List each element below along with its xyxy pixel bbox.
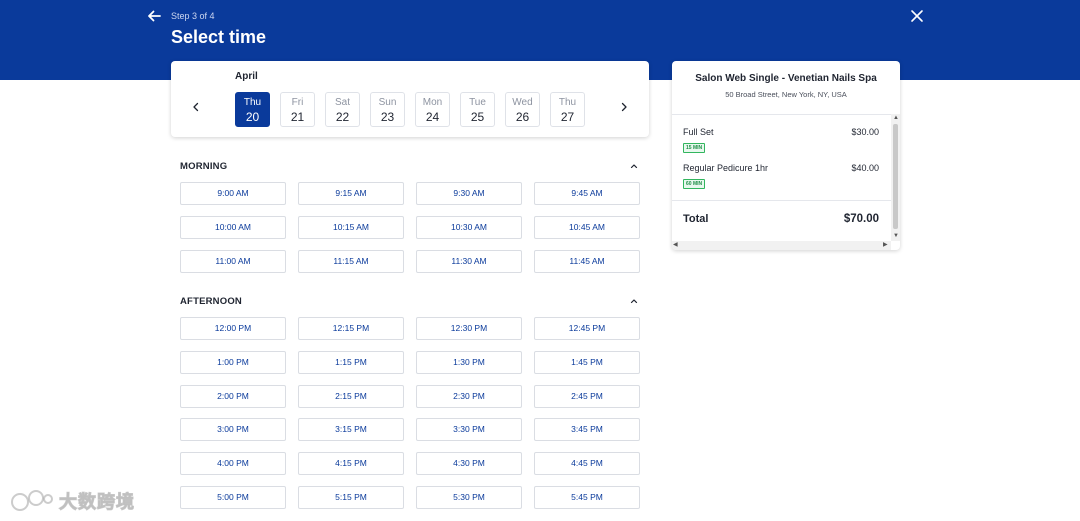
scroll-down-icon[interactable]: ▼: [893, 232, 899, 241]
day-of-week: Wed: [512, 97, 533, 108]
time-slot-button[interactable]: 2:30 PM: [416, 385, 522, 408]
day-of-week: Sat: [334, 97, 350, 108]
time-slot-button[interactable]: 11:00 AM: [180, 250, 286, 273]
scrollbar-thumb[interactable]: [893, 124, 898, 229]
time-slot-button[interactable]: 11:45 AM: [534, 250, 640, 273]
day-of-week: Thu: [558, 97, 577, 108]
time-slot-button[interactable]: 5:15 PM: [298, 486, 404, 509]
time-slot-button[interactable]: 1:45 PM: [534, 351, 640, 374]
day-number: 24: [425, 110, 440, 124]
scroll-up-icon[interactable]: ▲: [893, 114, 899, 123]
chevron-up-icon[interactable]: [629, 161, 639, 171]
day-button[interactable]: Wed 26: [505, 92, 540, 127]
time-slot-button[interactable]: 9:15 AM: [298, 182, 404, 205]
day-button[interactable]: Sun 23: [370, 92, 405, 127]
summary-header: Salon Web Single - Venetian Nails Spa 50…: [672, 61, 900, 115]
scroll-right-icon[interactable]: ▶: [883, 241, 888, 250]
time-slot-button[interactable]: 12:15 PM: [298, 317, 404, 340]
page-title: Select time: [171, 27, 267, 47]
time-slot-button[interactable]: 4:15 PM: [298, 452, 404, 475]
time-slot-button[interactable]: 1:00 PM: [180, 351, 286, 374]
time-slot-button[interactable]: 9:30 AM: [416, 182, 522, 205]
watermark: 大数跨境: [8, 487, 148, 515]
salon-address: 50 Broad Street, New York, NY, USA: [725, 90, 847, 99]
time-slot-button[interactable]: 3:15 PM: [298, 418, 404, 441]
day-button[interactable]: Tue 25: [460, 92, 495, 127]
time-slot-button[interactable]: 1:30 PM: [416, 351, 522, 374]
time-slot-button[interactable]: 5:00 PM: [180, 486, 286, 509]
booking-summary: Salon Web Single - Venetian Nails Spa 50…: [672, 61, 900, 250]
divider: [672, 200, 891, 201]
time-slot-button[interactable]: 10:00 AM: [180, 216, 286, 239]
watermark-logo-icon: [11, 490, 53, 511]
day-of-week: Mon: [422, 97, 443, 108]
service-price: $30.00: [851, 127, 879, 137]
time-slot-button[interactable]: 1:15 PM: [298, 351, 404, 374]
service-price: $40.00: [851, 163, 879, 173]
day-number: 25: [470, 110, 485, 124]
total-label: Total: [683, 213, 709, 225]
day-button[interactable]: Mon 24: [415, 92, 450, 127]
duration-badge: 15 MIN: [683, 143, 706, 153]
day-number: 22: [335, 110, 350, 124]
scroll-left-icon[interactable]: ◀: [673, 241, 678, 250]
service-name: Full Set: [683, 127, 714, 137]
day-button[interactable]: Sat 22: [325, 92, 360, 127]
day-button[interactable]: Thu 27: [550, 92, 585, 127]
chevron-up-icon[interactable]: [629, 296, 639, 306]
afternoon-section-title: AFTERNOON: [180, 296, 242, 307]
time-slot-button[interactable]: 10:30 AM: [416, 216, 522, 239]
month-label: April: [235, 71, 258, 82]
time-slot-button[interactable]: 2:00 PM: [180, 385, 286, 408]
day-of-week: Thu: [243, 97, 262, 108]
close-icon[interactable]: [910, 9, 924, 23]
time-slot-button[interactable]: 9:00 AM: [180, 182, 286, 205]
day-number: 26: [515, 110, 530, 124]
chevron-left-icon[interactable]: [190, 101, 202, 113]
time-slot-button[interactable]: 3:00 PM: [180, 418, 286, 441]
time-slot-button[interactable]: 3:45 PM: [534, 418, 640, 441]
watermark-text: 大数跨境: [59, 492, 135, 513]
date-picker-card: April Thu 20 Fri 21 Sat 22 Sun 23 Mon 24…: [171, 61, 649, 137]
time-slot-button[interactable]: 12:45 PM: [534, 317, 640, 340]
time-slot-button[interactable]: 5:45 PM: [534, 486, 640, 509]
chevron-right-icon[interactable]: [618, 101, 630, 113]
time-slot-button[interactable]: 2:45 PM: [534, 385, 640, 408]
day-button[interactable]: Fri 21: [280, 92, 315, 127]
service-name: Regular Pedicure 1hr: [683, 163, 769, 173]
total-value: $70.00: [843, 213, 879, 225]
time-slot-button[interactable]: 11:15 AM: [298, 250, 404, 273]
day-of-week: Sun: [378, 97, 397, 108]
vertical-scrollbar[interactable]: ▲ ▼: [891, 114, 900, 241]
day-number: 20: [245, 110, 260, 124]
time-slot-button[interactable]: 4:30 PM: [416, 452, 522, 475]
salon-name: Salon Web Single - Venetian Nails Spa: [695, 73, 877, 84]
time-slot-button[interactable]: 4:45 PM: [534, 452, 640, 475]
day-number: 21: [290, 110, 305, 124]
time-slot-button[interactable]: 2:15 PM: [298, 385, 404, 408]
day-number: 27: [560, 110, 575, 124]
time-slot-button[interactable]: 9:45 AM: [534, 182, 640, 205]
time-slot-button[interactable]: 3:30 PM: [416, 418, 522, 441]
time-slot-button[interactable]: 5:30 PM: [416, 486, 522, 509]
time-slot-button[interactable]: 12:00 PM: [180, 317, 286, 340]
time-slot-button[interactable]: 12:30 PM: [416, 317, 522, 340]
time-slot-button[interactable]: 10:45 AM: [534, 216, 640, 239]
day-of-week: Fri: [291, 97, 304, 108]
day-of-week: Tue: [469, 97, 486, 108]
arrow-left-icon[interactable]: [146, 8, 162, 24]
time-slot-button[interactable]: 11:30 AM: [416, 250, 522, 273]
time-slot-button[interactable]: 10:15 AM: [298, 216, 404, 239]
step-indicator: Step 3 of 4: [171, 11, 215, 21]
horizontal-scrollbar[interactable]: ◀ ▶: [672, 241, 891, 250]
duration-badge: 60 MIN: [683, 179, 706, 189]
day-button[interactable]: Thu 20: [235, 92, 270, 127]
day-number: 23: [380, 110, 395, 124]
time-slot-button[interactable]: 4:00 PM: [180, 452, 286, 475]
morning-section-title: MORNING: [180, 161, 228, 172]
